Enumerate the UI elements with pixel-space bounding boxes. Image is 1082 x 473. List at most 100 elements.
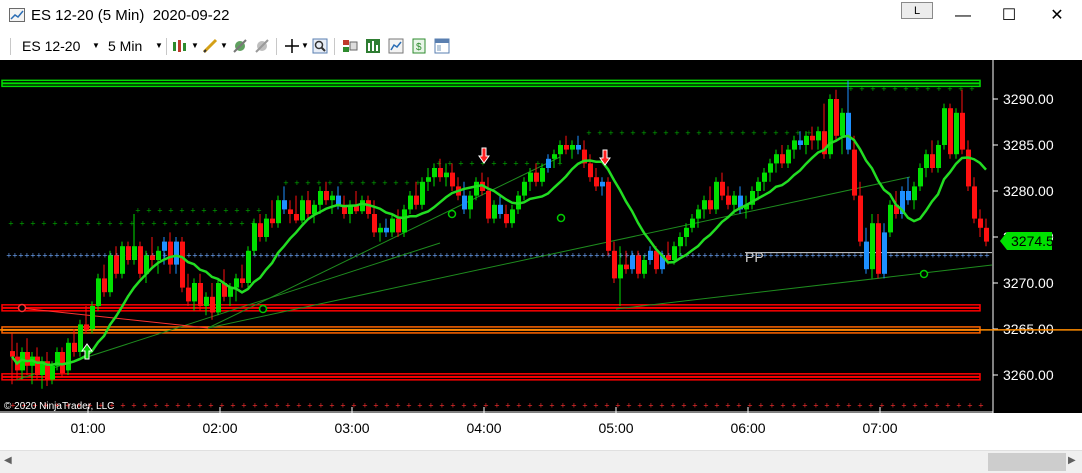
candle-body <box>402 209 407 233</box>
chart-style-icon[interactable] <box>172 38 188 54</box>
price-tick-label: 3260.00 <box>1003 367 1054 383</box>
support-dots: + <box>439 401 445 409</box>
resistance-dots: + <box>239 219 245 227</box>
support-dots: + <box>241 401 247 409</box>
candle-body <box>774 154 779 164</box>
candle <box>378 223 383 242</box>
candle-body <box>852 149 857 196</box>
candle <box>252 218 257 256</box>
instrument-dropdown-icon[interactable]: ▼ <box>92 41 100 50</box>
price-tick-label: 3265.00 <box>1003 321 1054 337</box>
instrument-selector[interactable]: ES 12-20 <box>22 38 80 54</box>
resistance-dots: + <box>190 206 196 214</box>
candle <box>186 273 191 306</box>
candle-body <box>876 223 881 274</box>
candle <box>264 214 269 242</box>
candle-body <box>246 250 251 283</box>
candle-body <box>162 241 167 251</box>
interval-selector[interactable]: 5 Min <box>108 38 142 54</box>
candle <box>294 195 299 224</box>
drawing-dropdown-icon[interactable]: ▼ <box>220 41 228 50</box>
drawing-tool-icon[interactable] <box>202 38 218 54</box>
candle-body <box>864 241 869 270</box>
candle-body <box>948 108 953 155</box>
scroll-left-icon[interactable]: ◀ <box>4 455 12 466</box>
resistance-dots: + <box>157 206 163 214</box>
candle-body <box>600 181 605 187</box>
price-icon[interactable]: $ <box>411 38 427 54</box>
candle-body <box>366 200 371 214</box>
candle <box>402 204 407 237</box>
properties-icon[interactable] <box>434 38 450 54</box>
crosshair-dropdown-icon[interactable]: ▼ <box>301 41 309 50</box>
resistance-dots: + <box>316 179 322 187</box>
support-dots: + <box>670 401 676 409</box>
support-dots: + <box>571 401 577 409</box>
candle <box>906 177 911 205</box>
copyright-text: © 2020 NinjaTrader, LLC <box>4 401 114 412</box>
candle <box>156 246 161 274</box>
support-dots: + <box>164 401 170 409</box>
resistance-dots: + <box>773 129 779 137</box>
candle <box>492 200 497 224</box>
chart-trader-icon[interactable] <box>388 38 404 54</box>
resistance-dots: + <box>305 179 311 187</box>
candle <box>570 140 575 159</box>
resistance-dots: + <box>201 206 207 214</box>
candle-body <box>672 246 677 260</box>
crosshair-icon[interactable] <box>284 38 300 54</box>
candle <box>20 347 25 380</box>
candle-body <box>522 181 527 196</box>
price-chart[interactable]: 3290.003285.003280.003275.003270.003265.… <box>0 60 1082 413</box>
candle <box>576 135 581 155</box>
candle-body <box>300 200 305 221</box>
support-dots: + <box>153 401 159 409</box>
scroll-thumb[interactable] <box>988 453 1066 471</box>
strategy-icon[interactable] <box>232 38 248 54</box>
close-button[interactable]: ✕ <box>1034 0 1080 32</box>
candle <box>306 191 311 219</box>
resistance-dots: + <box>135 206 141 214</box>
interval-dropdown-icon[interactable]: ▼ <box>155 41 163 50</box>
candle-body <box>570 145 575 150</box>
candle-body <box>690 218 695 228</box>
horizontal-scrollbar[interactable]: ◀ ▶ <box>0 450 1082 473</box>
minimize-button[interactable]: — <box>940 0 986 32</box>
support-dots: + <box>648 401 654 409</box>
candle-body <box>84 324 89 330</box>
candle <box>714 177 719 214</box>
resistance-dots: + <box>652 129 658 137</box>
chart-canvas[interactable]: 3290.003285.003280.003275.003270.003265.… <box>0 60 1082 413</box>
candle <box>486 177 491 224</box>
candle <box>384 218 389 237</box>
maximize-button[interactable]: ☐ <box>986 0 1032 32</box>
candle <box>354 191 359 214</box>
resistance-dots: + <box>168 206 174 214</box>
candle-body <box>792 140 797 150</box>
bar-chart-icon[interactable] <box>365 38 381 54</box>
candle <box>96 273 101 311</box>
candle <box>864 227 869 274</box>
scroll-right-icon[interactable]: ▶ <box>1068 455 1076 466</box>
candle-body <box>35 356 40 375</box>
support-dots: + <box>362 401 368 409</box>
chart-style-dropdown-icon[interactable]: ▼ <box>191 41 199 50</box>
toolbar-separator <box>166 38 167 55</box>
candle-body <box>186 287 191 302</box>
support-dots: + <box>703 401 709 409</box>
indicator-icon[interactable] <box>254 38 270 54</box>
resistance-dots: + <box>458 159 464 167</box>
resistance-dots: + <box>630 129 636 137</box>
resistance-dots: + <box>349 179 355 187</box>
data-box-icon[interactable] <box>342 38 358 54</box>
candle <box>948 103 953 159</box>
candle <box>240 264 245 288</box>
link-button[interactable]: L <box>901 2 933 19</box>
candle <box>45 352 50 387</box>
support-dots: + <box>494 401 500 409</box>
candle <box>966 140 971 191</box>
support-dots: + <box>483 401 489 409</box>
candle-body <box>612 250 617 279</box>
zoom-icon[interactable] <box>312 38 328 54</box>
candle <box>192 278 197 311</box>
